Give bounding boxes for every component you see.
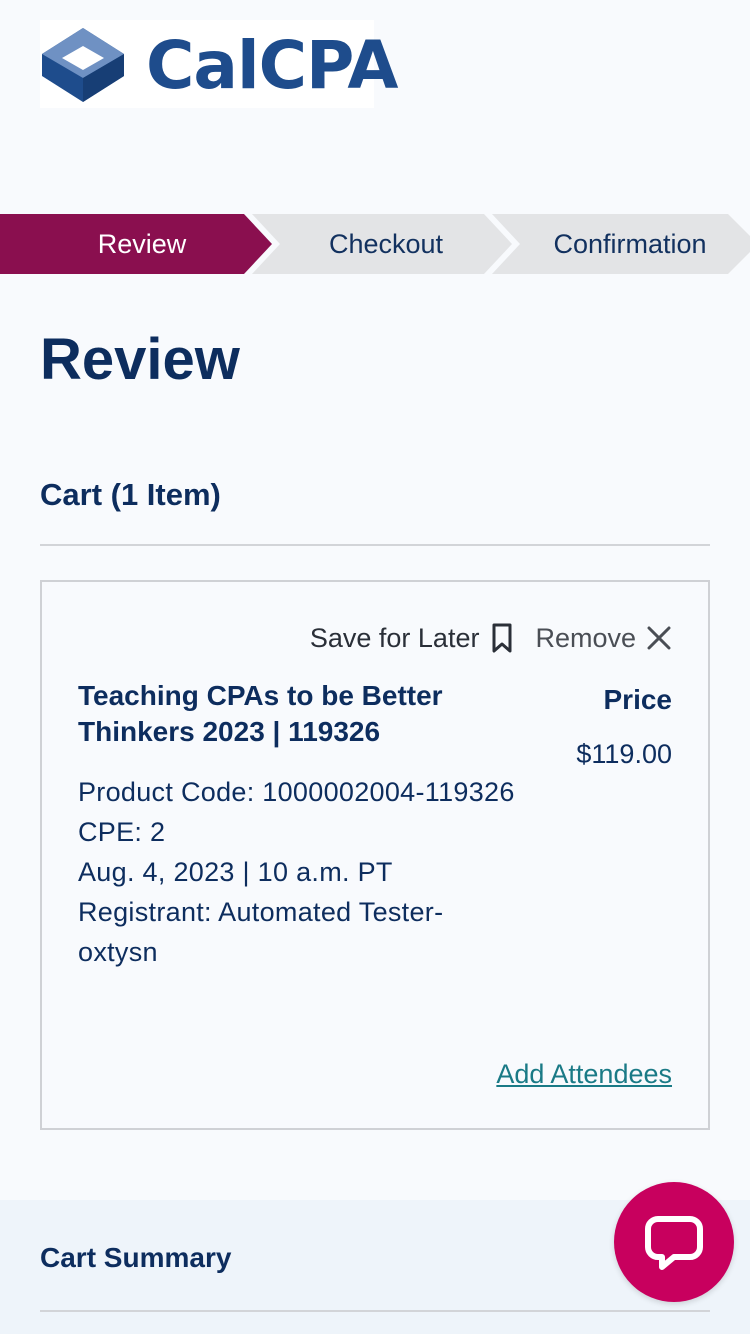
step-review[interactable]: Review xyxy=(0,214,284,274)
checkout-progress-steps: Review Checkout Confirmation xyxy=(0,214,750,274)
step-checkout[interactable]: Checkout xyxy=(272,214,500,274)
logo-cube-icon xyxy=(42,28,124,102)
page-title: Review xyxy=(40,327,240,392)
save-for-later-button[interactable]: Save for Later xyxy=(310,618,514,658)
price-label: Price xyxy=(603,684,673,715)
chat-button[interactable] xyxy=(614,1182,734,1302)
registrant: Registrant: Automated Tester-oxtysn xyxy=(78,897,444,967)
cart-heading: Cart (1 Item) xyxy=(40,477,221,512)
calcpa-logo[interactable]: CalCPA xyxy=(40,20,398,108)
product-title[interactable]: Teaching CPAs to be Better Thinkers 2023… xyxy=(78,678,498,750)
product-details: Product Code: 1000002004-119326 CPE: 2 A… xyxy=(78,772,518,972)
cpe-credits: CPE: 2 xyxy=(78,817,166,847)
price-value: $119.00 xyxy=(576,739,672,769)
cart-item-card: Save for Later Remove Teaching CPAs to b… xyxy=(40,580,710,1130)
save-for-later-label: Save for Later xyxy=(309,623,480,653)
remove-label: Remove xyxy=(535,623,636,653)
remove-button[interactable]: Remove xyxy=(535,618,672,658)
cart-summary-title: Cart Summary xyxy=(40,1242,232,1273)
step-confirmation[interactable]: Confirmation xyxy=(516,214,744,274)
logo-wordmark: CalCPA xyxy=(146,27,398,104)
close-icon xyxy=(647,626,671,650)
bookmark-icon xyxy=(492,623,512,653)
product-code: Product Code: 1000002004-119326 xyxy=(78,777,515,807)
add-attendees-link[interactable]: Add Attendees xyxy=(496,1054,672,1094)
cart-summary-divider xyxy=(40,1310,710,1312)
cart-item-actions: Save for Later Remove xyxy=(310,618,672,658)
event-date: Aug. 4, 2023 | 10 a.m. PT xyxy=(78,857,393,887)
chat-bubble-icon xyxy=(645,1216,703,1270)
cart-divider xyxy=(40,544,710,546)
